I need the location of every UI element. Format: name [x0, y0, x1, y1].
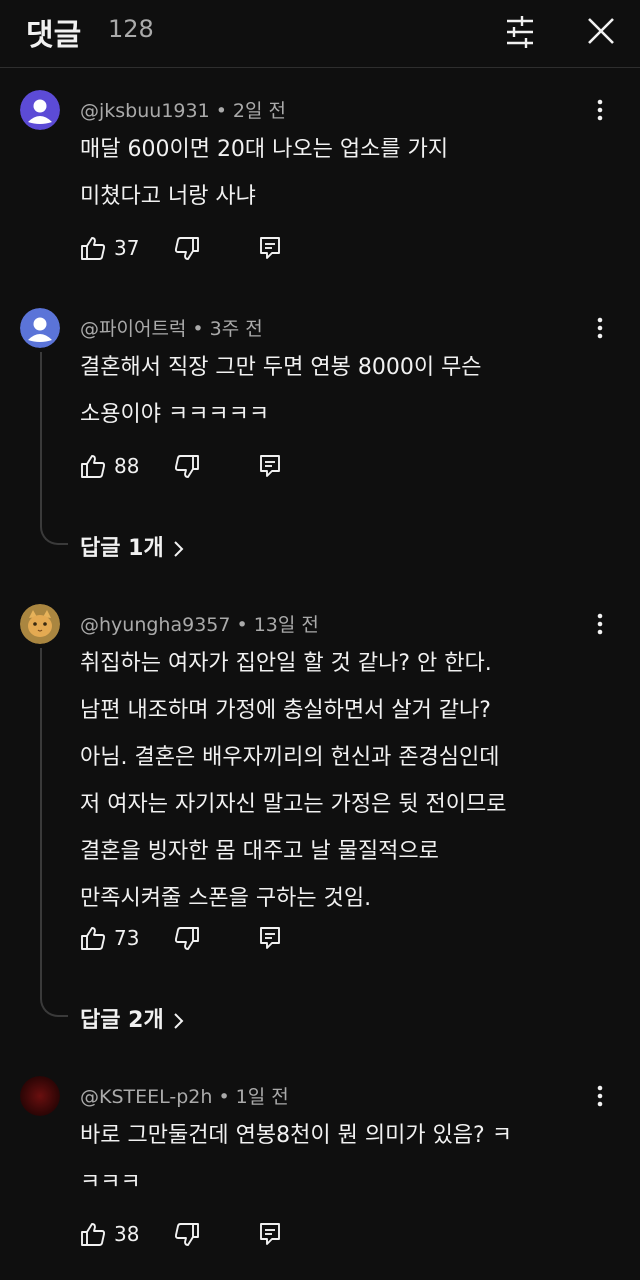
dislike-button[interactable]: [174, 922, 204, 954]
comment-meta: @KSTEEL-p2h • 1일 전: [80, 1086, 289, 1108]
comment-text: 결혼해서 직장 그만 두면 연봉 8000이 무슨 소용이야 ㅋㅋㅋㅋㅋ: [80, 344, 580, 438]
comments-title: 댓글: [26, 18, 82, 53]
cat-avatar-icon: [20, 604, 60, 644]
like-count: 73: [114, 926, 140, 950]
reply-icon: [260, 237, 280, 259]
comment-text: 바로 그만둘건데 연봉8천이 뭔 의미가 있음? ㅋ ㅋㅋㅋ: [80, 1112, 580, 1206]
like-button[interactable]: 88: [80, 450, 150, 482]
reply-button[interactable]: [258, 450, 288, 482]
comment-author[interactable]: @jksbuu1931: [80, 100, 210, 122]
more-options-button[interactable]: [588, 316, 612, 340]
thread-line: [40, 648, 68, 1017]
comment-line: 만족시켜줄 스폰을 구하는 것임.: [80, 886, 372, 911]
reply-icon: [260, 1223, 280, 1245]
comment-actions: 88: [80, 450, 320, 482]
chevron-right-icon: [173, 541, 184, 557]
comment-line: 바로 그만둘건데 연봉8천이 뭔 의미가 있음? ㅋ: [80, 1123, 512, 1148]
chevron-right-icon: [173, 1013, 184, 1029]
comment-line: 결혼해서 직장 그만 두면 연봉 8000이 무슨: [80, 355, 482, 380]
comment-line: 결혼을 빙자한 몸 대주고 날 물질적으로: [80, 839, 439, 864]
avatar-icon: [20, 308, 60, 348]
comment-line: 아님. 결혼은 배우자끼리의 헌신과 존경심인데: [80, 745, 500, 770]
like-count: 88: [114, 454, 140, 478]
dislike-button[interactable]: [174, 1218, 204, 1250]
thumbs-up-icon: [81, 237, 106, 260]
comment-actions: 38: [80, 1218, 320, 1250]
avatar[interactable]: [20, 604, 60, 644]
avatar-icon: [20, 90, 60, 130]
thumbs-down-icon: [174, 455, 199, 478]
avatar[interactable]: [20, 1076, 60, 1116]
reply-icon: [260, 927, 280, 949]
comment-line: 저 여자는 자기자신 말고는 가정은 뒷 전이므로: [80, 792, 507, 817]
thumbs-up-icon: [81, 927, 106, 950]
avatar-image-icon: [20, 1076, 60, 1116]
reply-button[interactable]: [258, 232, 288, 264]
comment-author[interactable]: @파이어트럭: [80, 318, 186, 340]
comment-meta: @jksbuu1931 • 2일 전: [80, 100, 286, 122]
filter-button[interactable]: [500, 12, 540, 52]
view-replies-button[interactable]: 답글 1개: [80, 530, 184, 562]
like-button[interactable]: 37: [80, 232, 150, 264]
reply-button[interactable]: [258, 1218, 288, 1250]
close-icon: [588, 18, 614, 44]
comment-actions: 73: [80, 922, 320, 954]
avatar[interactable]: [20, 308, 60, 348]
comment-line: 미쳤다고 너랑 사냐: [80, 184, 256, 209]
more-options-button[interactable]: [588, 612, 612, 636]
comment-text: 매달 600이면 20대 나오는 업소를 가지 미쳤다고 너랑 사냐: [80, 126, 580, 220]
reply-icon: [260, 455, 280, 477]
thumbs-up-icon: [81, 455, 106, 478]
sliders-icon: [507, 16, 533, 48]
more-options-button[interactable]: [588, 98, 612, 122]
reply-button[interactable]: [258, 922, 288, 954]
like-count: 37: [114, 236, 140, 260]
comment-text: 취집하는 여자가 집안일 할 것 같나? 안 한다. 남편 내조하며 가정에 충…: [80, 640, 580, 922]
more-options-button[interactable]: [588, 1084, 612, 1108]
comment-time: 3주 전: [209, 318, 263, 340]
dislike-button[interactable]: [174, 232, 204, 264]
comment-meta: @파이어트럭 • 3주 전: [80, 318, 263, 340]
comment-line: 소용이야 ㅋㅋㅋㅋㅋ: [80, 402, 270, 427]
thumbs-up-icon: [81, 1223, 106, 1246]
comment-line: ㅋㅋㅋ: [80, 1170, 141, 1195]
comment-author[interactable]: @hyungha9357: [80, 614, 230, 636]
comments-count: 128: [108, 15, 154, 43]
thumbs-down-icon: [174, 237, 199, 260]
comments-header: 댓글 128: [0, 0, 640, 68]
like-count: 38: [114, 1222, 140, 1246]
comment-author[interactable]: @KSTEEL-p2h: [80, 1086, 212, 1108]
dislike-button[interactable]: [174, 450, 204, 482]
thread-line: [40, 352, 68, 545]
replies-label: 답글 1개: [80, 536, 164, 561]
comment-time: 1일 전: [235, 1086, 289, 1108]
thumbs-down-icon: [174, 927, 199, 950]
more-vert-icon: [597, 613, 603, 635]
more-vert-icon: [597, 99, 603, 121]
like-button[interactable]: 73: [80, 922, 150, 954]
more-vert-icon: [597, 317, 603, 339]
avatar[interactable]: [20, 90, 60, 130]
comment-meta: @hyungha9357 • 13일 전: [80, 614, 319, 636]
view-replies-button[interactable]: 답글 2개: [80, 1002, 184, 1034]
replies-label: 답글 2개: [80, 1008, 164, 1033]
comment-time: 2일 전: [232, 100, 286, 122]
close-button[interactable]: [580, 12, 620, 52]
comment-line: 매달 600이면 20대 나오는 업소를 가지: [80, 137, 449, 162]
thumbs-down-icon: [174, 1223, 199, 1246]
comment-time: 13일 전: [253, 614, 319, 636]
like-button[interactable]: 38: [80, 1218, 150, 1250]
comment-line: 남편 내조하며 가정에 충실하면서 살거 같나?: [80, 698, 491, 723]
more-vert-icon: [597, 1085, 603, 1107]
comment-line: 취집하는 여자가 집안일 할 것 같나? 안 한다.: [80, 651, 492, 676]
comment-actions: 37: [80, 232, 320, 264]
